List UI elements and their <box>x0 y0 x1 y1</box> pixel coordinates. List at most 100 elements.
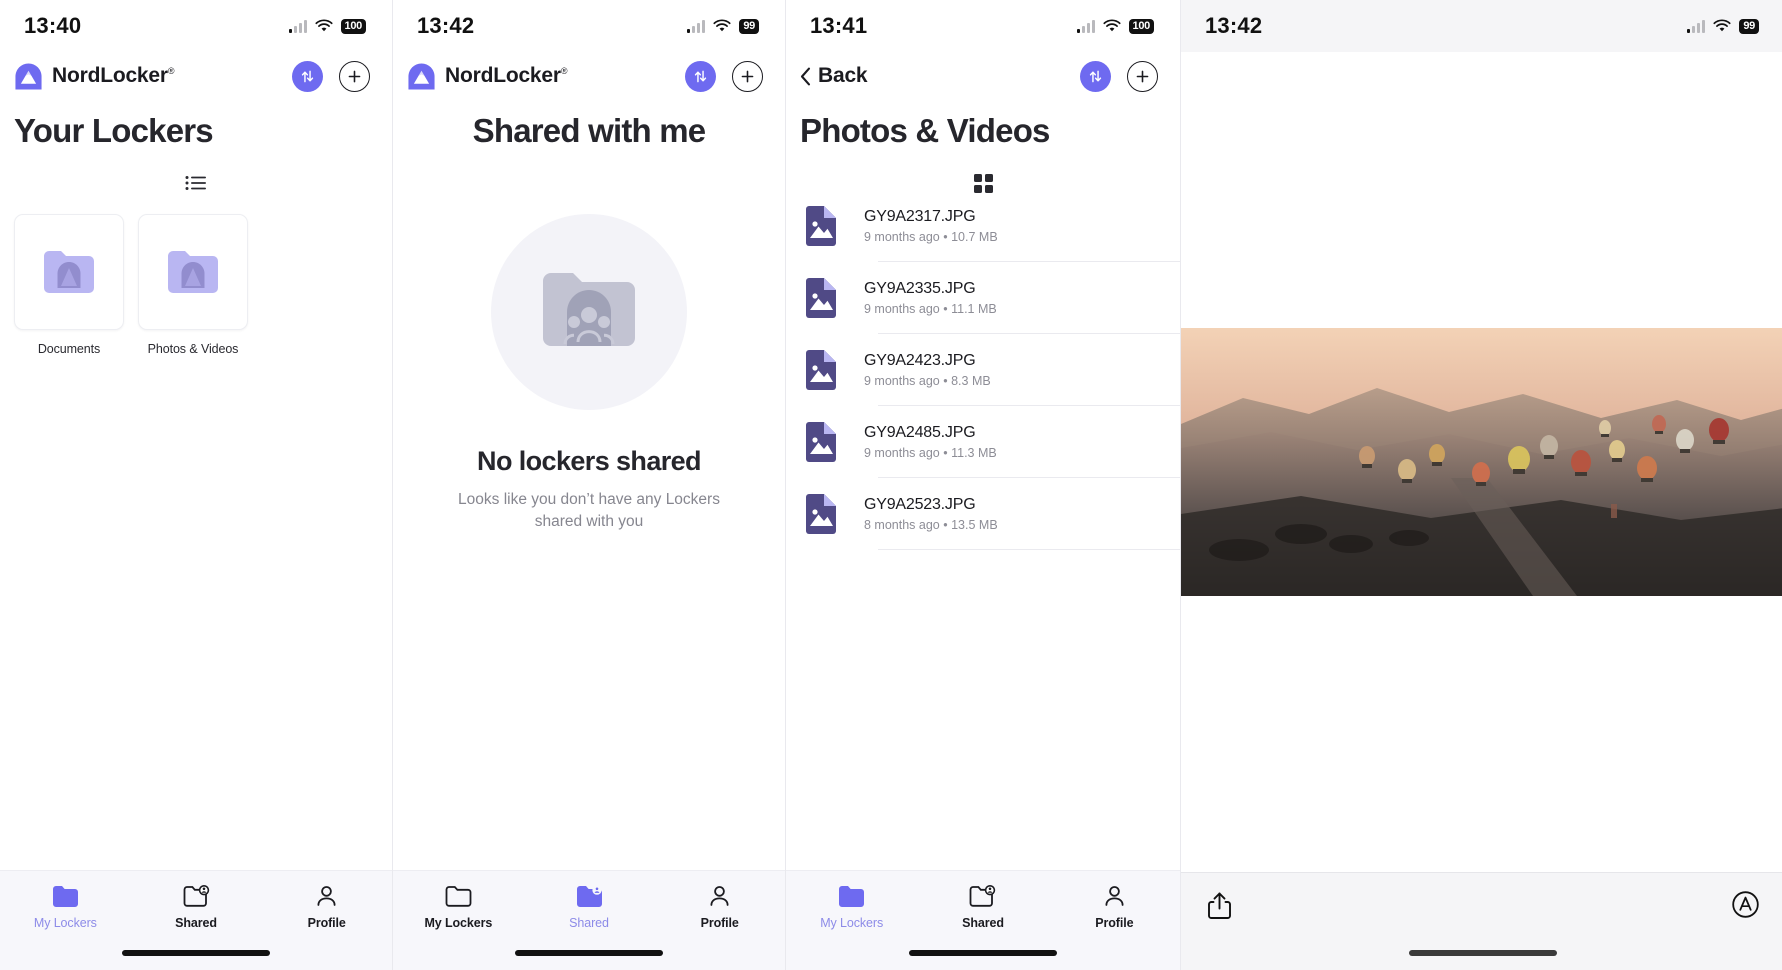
status-time: 13:42 <box>417 13 475 38</box>
image-file-icon <box>800 493 842 535</box>
file-name: GY9A2317.JPG <box>864 207 976 225</box>
folder-icon <box>838 883 865 909</box>
locker-tile[interactable] <box>138 214 248 330</box>
brand-name: NordLocker® <box>52 64 175 87</box>
file-subtitle: 9 months ago • 11.3 MB <box>864 446 1180 460</box>
view-toggle-row <box>786 150 1180 193</box>
locker-item[interactable]: Photos & Videos <box>138 214 248 356</box>
person-icon <box>315 883 338 909</box>
view-toggle-row <box>0 150 392 190</box>
markup-pen-circle-icon <box>1732 891 1759 918</box>
tab-my-lockers[interactable]: My Lockers <box>786 883 917 930</box>
file-separator: • <box>943 229 948 244</box>
file-size: 10.7 MB <box>951 229 998 244</box>
wifi-icon <box>1102 19 1121 32</box>
app-header: NordLocker® <box>393 52 785 100</box>
tab-bar: My Lockers Shared Profile <box>786 870 1180 970</box>
status-bar: 13:41 100 <box>786 0 1180 52</box>
back-label: Back <box>818 64 868 87</box>
locker-item[interactable]: Documents <box>14 214 124 356</box>
tab-bar: My Lockers Shared Profile <box>393 870 785 970</box>
locker-label: Documents <box>37 342 101 356</box>
tab-profile[interactable]: Profile <box>261 883 392 930</box>
grid-view-icon[interactable] <box>970 172 996 194</box>
file-name: GY9A2523.JPG <box>864 495 976 513</box>
file-name: GY9A2335.JPG <box>864 279 976 297</box>
sync-button[interactable] <box>1080 60 1111 92</box>
status-time: 13:42 <box>1205 13 1263 38</box>
share-button[interactable] <box>1207 891 1232 925</box>
battery-indicator: 100 <box>340 18 366 34</box>
file-age: 8 months ago <box>864 517 940 532</box>
back-button[interactable]: Back <box>800 64 868 88</box>
plus-icon <box>1136 70 1149 82</box>
status-time: 13:41 <box>810 13 868 38</box>
header-actions <box>685 60 763 92</box>
nordlocker-mountain-icon <box>15 62 42 90</box>
markup-button[interactable] <box>1732 891 1759 923</box>
list-view-icon[interactable] <box>183 172 209 194</box>
locker-folder-icon <box>44 251 94 293</box>
panel-your-lockers: 13:40 100 NordLocker® Your Lockers Docum… <box>0 0 392 970</box>
tab-shared[interactable]: Shared <box>524 883 655 930</box>
header-actions <box>292 60 370 92</box>
home-indicator <box>122 950 270 956</box>
tab-label: Profile <box>1095 916 1134 930</box>
file-size: 11.1 MB <box>951 301 997 316</box>
file-size: 13.5 MB <box>951 517 998 532</box>
file-age: 9 months ago <box>864 373 940 388</box>
file-row[interactable]: GY9A2485.JPG 9 months ago • 11.3 MB <box>800 406 1180 477</box>
tab-shared[interactable]: Shared <box>131 883 262 930</box>
shared-folder-icon <box>969 883 996 909</box>
file-age: 9 months ago <box>864 301 940 316</box>
nav-bar: Back <box>786 52 1180 100</box>
file-row[interactable]: GY9A2423.JPG 9 months ago • 8.3 MB <box>800 334 1180 405</box>
image-file-icon <box>800 205 842 247</box>
locker-grid: Documents Photos & Videos <box>0 190 392 356</box>
status-bar: 13:42 99 <box>1181 0 1782 52</box>
add-button[interactable] <box>339 60 370 92</box>
person-icon <box>708 883 731 909</box>
empty-state-illustration <box>491 214 687 410</box>
tab-shared[interactable]: Shared <box>917 883 1048 930</box>
wifi-icon <box>713 19 731 32</box>
file-meta: GY9A2423.JPG 9 months ago • 8.3 MB <box>864 352 1180 388</box>
tab-label: Shared <box>962 916 1004 930</box>
file-subtitle: 9 months ago • 11.1 MB <box>864 302 1180 316</box>
file-subtitle: 8 months ago • 13.5 MB <box>864 518 1180 532</box>
status-time: 13:40 <box>24 13 82 38</box>
empty-state-title: No lockers shared <box>477 446 702 476</box>
brand-name: NordLocker® <box>445 64 568 87</box>
tab-label: Shared <box>175 916 217 930</box>
empty-state: No lockers shared Looks like you don’t h… <box>393 150 785 534</box>
person-icon <box>1103 883 1126 909</box>
sync-arrows-icon <box>694 70 707 82</box>
page-title: Shared with me <box>472 112 707 149</box>
tab-my-lockers[interactable]: My Lockers <box>393 883 524 930</box>
tab-label: My Lockers <box>33 916 97 930</box>
add-button[interactable] <box>732 60 763 92</box>
file-separator: • <box>943 445 948 460</box>
photo-image[interactable] <box>1181 328 1782 596</box>
tab-profile[interactable]: Profile <box>654 883 785 930</box>
locker-tile[interactable] <box>14 214 124 330</box>
app-header: NordLocker® <box>0 52 392 100</box>
add-button[interactable] <box>1127 60 1158 92</box>
tab-my-lockers[interactable]: My Lockers <box>0 883 131 930</box>
plus-icon <box>741 70 754 82</box>
tab-label: Profile <box>700 916 739 930</box>
folder-icon <box>52 883 79 909</box>
file-meta: GY9A2317.JPG 9 months ago • 10.7 MB <box>864 208 1180 244</box>
cellular-signal-icon <box>288 19 307 33</box>
sync-button[interactable] <box>292 60 323 92</box>
wifi-icon <box>1713 19 1731 32</box>
file-row[interactable]: GY9A2317.JPG 9 months ago • 10.7 MB <box>800 190 1180 261</box>
shared-folder-icon <box>576 883 603 909</box>
folder-icon <box>445 883 472 909</box>
sync-button[interactable] <box>685 60 716 92</box>
tab-profile[interactable]: Profile <box>1049 883 1180 930</box>
cellular-signal-icon <box>1687 19 1706 33</box>
file-row[interactable]: GY9A2335.JPG 9 months ago • 11.1 MB <box>800 262 1180 333</box>
file-separator: • <box>943 373 948 388</box>
file-row[interactable]: GY9A2523.JPG 8 months ago • 13.5 MB <box>800 478 1180 549</box>
